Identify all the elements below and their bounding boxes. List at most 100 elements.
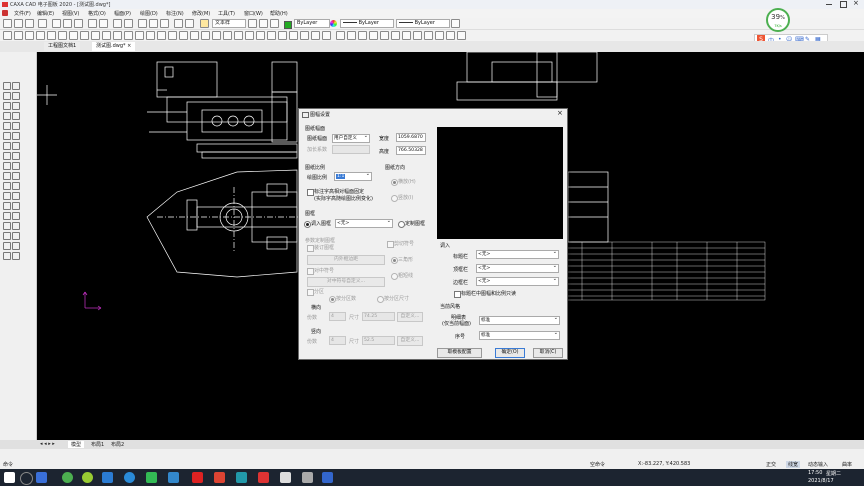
paper-size-icon[interactable]: [336, 31, 345, 40]
app-green-icon[interactable]: [62, 472, 73, 483]
undo-icon[interactable]: [88, 19, 97, 28]
extend-icon[interactable]: [234, 31, 243, 40]
tool-query-icon[interactable]: [12, 252, 20, 260]
chamfer-icon[interactable]: [256, 31, 265, 40]
tool-extend-icon[interactable]: [12, 142, 20, 150]
inner-edge-button[interactable]: 内外框边距: [307, 255, 385, 265]
binding-checkbox[interactable]: [307, 245, 314, 252]
insert-block-icon[interactable]: [446, 31, 455, 40]
explode-icon[interactable]: [278, 31, 287, 40]
side-bar-select[interactable]: <无>: [476, 277, 559, 286]
height-field[interactable]: 766.50328: [396, 146, 426, 155]
query-icon[interactable]: [424, 31, 433, 40]
cut-icon[interactable]: [52, 19, 61, 28]
app-menu-icon[interactable]: [2, 10, 8, 16]
menu-format[interactable]: 格式(O): [88, 10, 106, 17]
network-speed-badge[interactable]: 39% 7K/s: [766, 8, 790, 32]
center-mark-custom-button[interactable]: 对中符号自定义...: [307, 277, 385, 287]
tool-symbol-icon[interactable]: [12, 212, 20, 220]
start-windows-icon[interactable]: [4, 472, 15, 483]
linetype-select[interactable]: ByLayer: [340, 19, 394, 28]
app-red-icon[interactable]: [192, 472, 203, 483]
pan-icon[interactable]: [160, 19, 169, 28]
dimension-tool-icon[interactable]: [102, 31, 111, 40]
zone-checkbox[interactable]: [307, 289, 314, 296]
tool-arc-icon[interactable]: [12, 92, 20, 100]
thick-line-radio[interactable]: [391, 273, 398, 280]
tab-layout-1[interactable]: 布局1: [88, 441, 107, 448]
new-icon[interactable]: [3, 19, 12, 28]
call-frame-select[interactable]: <无>: [335, 219, 393, 228]
tool-dim-angle-icon[interactable]: [12, 202, 20, 210]
center-mark-checkbox[interactable]: [307, 268, 314, 275]
tool-spline-icon[interactable]: [12, 112, 20, 120]
portrait-radio[interactable]: [391, 195, 398, 202]
menu-dimension[interactable]: 标注(N): [166, 10, 184, 17]
paper-size-select[interactable]: 用户自定义: [332, 134, 370, 143]
layer-state-icon[interactable]: [270, 19, 279, 28]
menu-overflow-icon[interactable]: [451, 19, 460, 28]
properties-icon[interactable]: [124, 19, 133, 28]
menu-help[interactable]: 帮助(H): [270, 10, 288, 17]
tool-ellipse-icon[interactable]: [3, 112, 11, 120]
text-style-icon[interactable]: [200, 19, 209, 28]
tool-explode-icon[interactable]: [12, 242, 20, 250]
table-style-icon[interactable]: [259, 19, 268, 28]
tool-polygon-icon[interactable]: [12, 102, 20, 110]
status-ortho[interactable]: 正交: [766, 461, 776, 468]
tool-text-icon[interactable]: [3, 222, 11, 230]
point-tool-icon[interactable]: [69, 31, 78, 40]
by-count-radio[interactable]: [329, 296, 336, 303]
tool-offset-icon[interactable]: [3, 132, 11, 140]
color-wheel-icon[interactable]: [330, 20, 337, 27]
block-icon[interactable]: [435, 31, 444, 40]
task-view-icon[interactable]: [36, 472, 47, 483]
custom-frame-radio[interactable]: [398, 221, 405, 228]
tool-rotate-icon[interactable]: [12, 162, 20, 170]
menu-draw[interactable]: 绘图(D): [140, 10, 158, 17]
zoom-in-icon[interactable]: [369, 31, 378, 40]
arc-tool-icon[interactable]: [36, 31, 45, 40]
tool-dim-icon[interactable]: [3, 202, 11, 210]
tool-properties-icon[interactable]: [3, 252, 11, 260]
sequence-select[interactable]: 标准: [479, 331, 560, 340]
dialog-close-icon[interactable]: ×: [557, 109, 563, 117]
datum-icon[interactable]: [146, 31, 155, 40]
cancel-button[interactable]: 取消(C): [533, 348, 563, 358]
tool-array-icon[interactable]: [12, 182, 20, 190]
angle-dim-icon[interactable]: [113, 31, 122, 40]
zoom-window-icon[interactable]: [138, 19, 147, 28]
zoom-icon[interactable]: [149, 19, 158, 28]
menu-edit[interactable]: 编辑(E): [37, 10, 54, 17]
print-icon[interactable]: [38, 19, 47, 28]
redraw-icon[interactable]: [402, 31, 411, 40]
menu-modify[interactable]: 修改(M): [192, 10, 210, 17]
weld-icon[interactable]: [168, 31, 177, 40]
copy-icon[interactable]: [63, 19, 72, 28]
text-style-select[interactable]: 文本样: [212, 19, 246, 28]
copy-object-icon[interactable]: [322, 31, 331, 40]
measure-icon[interactable]: [413, 31, 422, 40]
drawing-scale-select[interactable]: 1:1: [334, 172, 372, 181]
v-custom-button[interactable]: 自定义...: [397, 336, 423, 346]
app-chat-icon[interactable]: [82, 472, 93, 483]
app-folder-icon[interactable]: [280, 472, 291, 483]
close-icon[interactable]: ×: [853, 0, 859, 7]
tolerance-icon[interactable]: [157, 31, 166, 40]
tool-copy-icon[interactable]: [12, 172, 20, 180]
detail-table-select[interactable]: 标准: [479, 316, 560, 325]
app-gray-icon[interactable]: [302, 472, 313, 483]
zoom-extents-icon[interactable]: [391, 31, 400, 40]
leader-icon[interactable]: [124, 31, 133, 40]
lineweight-select[interactable]: ByLayer: [396, 19, 450, 28]
tool-table-icon[interactable]: [12, 222, 20, 230]
polyline-tool-icon[interactable]: [14, 31, 23, 40]
text-tool-icon[interactable]: [91, 31, 100, 40]
by-size-radio[interactable]: [377, 296, 384, 303]
image-icon[interactable]: [457, 31, 466, 40]
help-icon[interactable]: [185, 19, 194, 28]
tool-stretch-icon[interactable]: [3, 192, 11, 200]
save-icon[interactable]: [25, 19, 34, 28]
tab-nav-icon[interactable]: ◂ ◂ ▸ ▸: [40, 441, 55, 447]
status-lineweight[interactable]: 线宽: [786, 461, 801, 468]
